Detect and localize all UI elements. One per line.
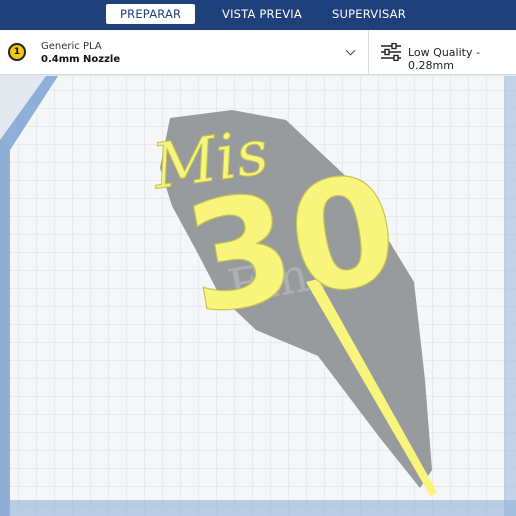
topper-number-text: 30: [174, 142, 410, 350]
plate-edge-right: [504, 76, 516, 516]
material-name: Generic PLA: [41, 41, 102, 52]
nozzle-size: 0.4mm Nozzle: [41, 54, 121, 65]
top-navigation-bar: PREPARAR VISTA PREVIA SUPERVISAR: [0, 0, 516, 30]
tab-vista-previa[interactable]: VISTA PREVIA: [208, 4, 316, 24]
quality-profile-label: Low Quality - 0.28mm: [408, 46, 480, 72]
tab-preparar[interactable]: PREPARAR: [106, 4, 196, 24]
material-selector[interactable]: 1 Generic PLA 0.4mm Nozzle: [0, 30, 368, 74]
print-settings-button[interactable]: Low Quality - 0.28mm: [369, 30, 516, 74]
extruder-icon: 1: [8, 43, 26, 61]
tab-supervisar[interactable]: SUPERVISAR: [318, 4, 420, 24]
build-plate-scene: Emi Mis 30: [0, 75, 516, 516]
chevron-down-icon: [345, 45, 356, 56]
plate-edge-bottom: [10, 500, 516, 516]
sliders-icon: [381, 43, 401, 61]
3d-viewport[interactable]: Emi Mis 30: [0, 75, 516, 516]
